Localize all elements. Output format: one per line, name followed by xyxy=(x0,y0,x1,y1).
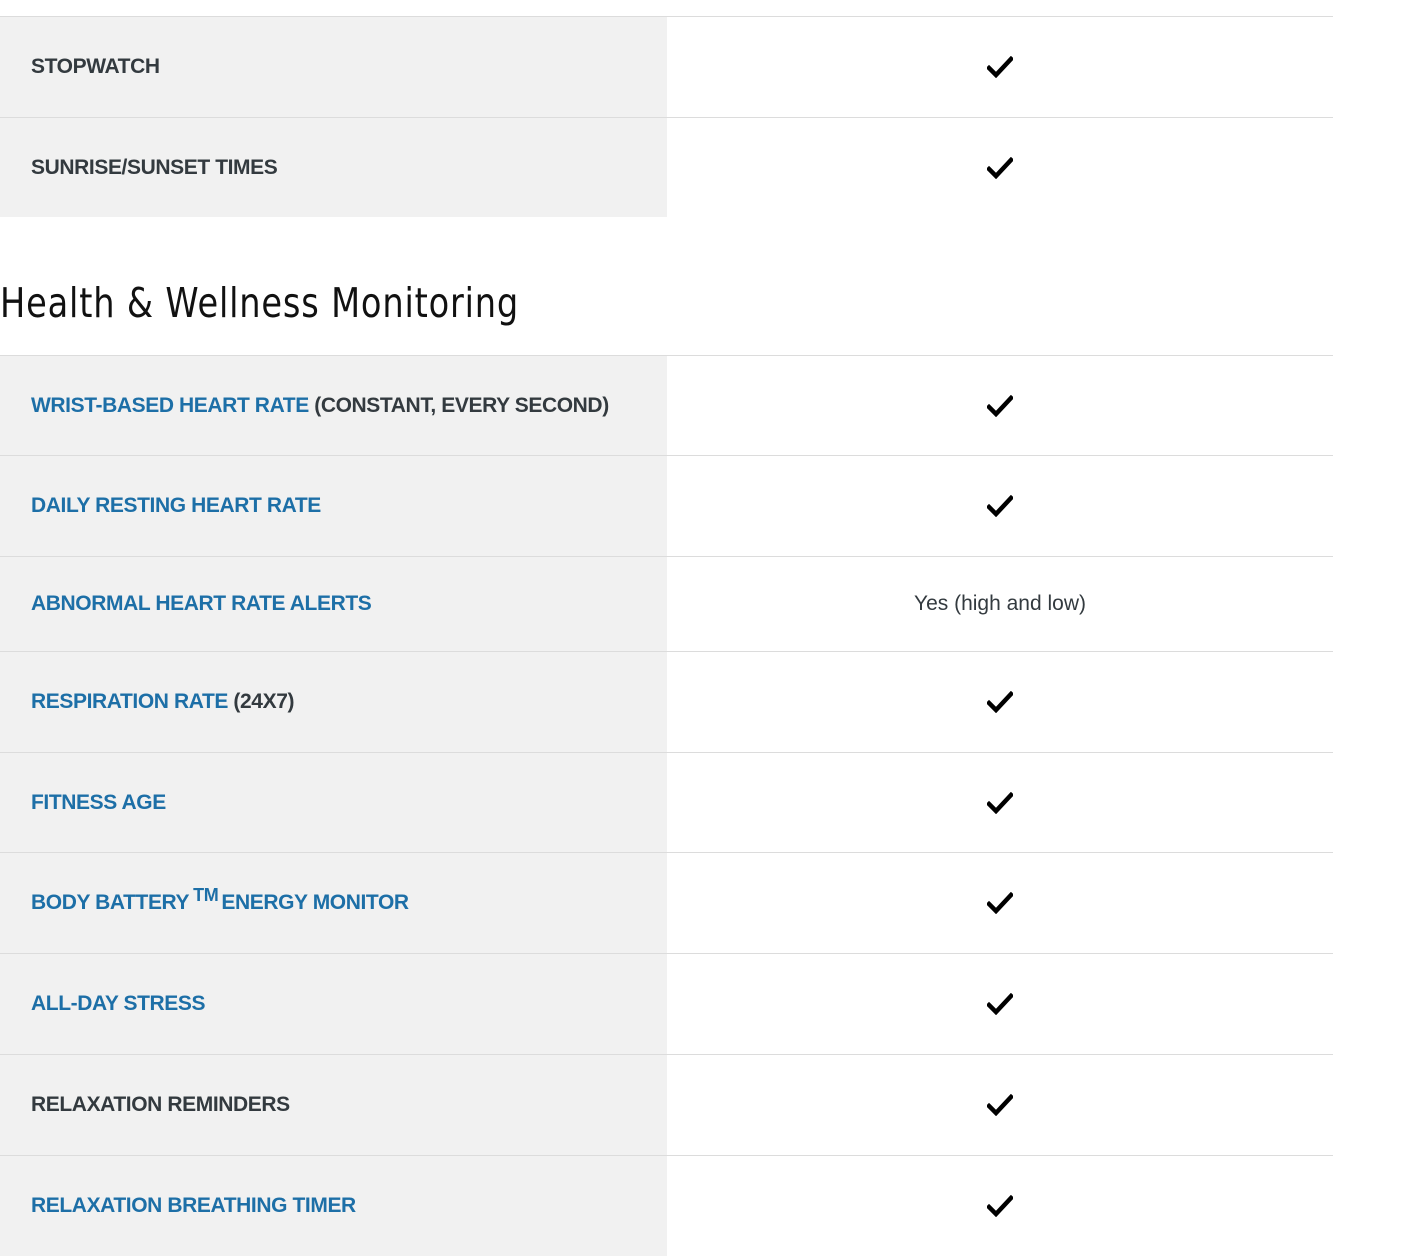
feature-label: STOPWATCH xyxy=(0,17,667,117)
check-icon xyxy=(987,495,1013,517)
table-row: BODY BATTERY TM ENERGY MONITOR xyxy=(0,852,1333,953)
section-heading: Health & Wellness Monitoring xyxy=(0,279,520,327)
trademark-mark: TM xyxy=(193,885,219,905)
check-icon xyxy=(987,791,1013,814)
table-row: FITNESS AGE xyxy=(0,752,1333,852)
feature-value xyxy=(667,753,1333,852)
table-row: DAILY RESTING HEART RATE xyxy=(0,455,1333,556)
feature-value xyxy=(667,118,1333,217)
check-icon xyxy=(987,1195,1013,1217)
feature-label: DAILY RESTING HEART RATE xyxy=(0,456,667,556)
feature-table-health: WRIST-BASED HEART RATE (CONSTANT, EVERY … xyxy=(0,355,1333,1256)
feature-value xyxy=(667,652,1333,752)
table-row: ABNORMAL HEART RATE ALERTS Yes (high and… xyxy=(0,556,1333,651)
feature-label: BODY BATTERY TM ENERGY MONITOR xyxy=(0,853,667,953)
fitness-age-link[interactable]: FITNESS AGE xyxy=(31,791,166,815)
body-battery-label: BODY BATTERY xyxy=(31,891,190,914)
check-icon xyxy=(987,993,1013,1015)
feature-value xyxy=(667,853,1333,953)
check-icon xyxy=(987,56,1013,78)
feature-table-general: STOPWATCH SUNRISE/SUNSET TIMES xyxy=(0,0,1333,217)
check-icon xyxy=(987,156,1013,179)
feature-label: RELAXATION BREATHING TIMER xyxy=(0,1156,667,1256)
breathing-timer-link[interactable]: RELAXATION BREATHING TIMER xyxy=(31,1194,356,1218)
check-icon xyxy=(987,394,1013,417)
wrist-heart-rate-link[interactable]: WRIST-BASED HEART RATE xyxy=(31,394,309,418)
check-icon xyxy=(987,892,1013,914)
table-row: ALL-DAY STRESS xyxy=(0,953,1333,1054)
respiration-rate-link[interactable]: RESPIRATION RATE xyxy=(31,690,228,714)
table-row: RELAXATION REMINDERS xyxy=(0,1054,1333,1155)
feature-value xyxy=(667,456,1333,556)
feature-value xyxy=(667,1156,1333,1256)
table-row: WRIST-BASED HEART RATE (CONSTANT, EVERY … xyxy=(0,355,1333,455)
wrist-heart-rate-qualifier: (CONSTANT, EVERY SECOND) xyxy=(308,393,609,417)
resting-heart-rate-link[interactable]: DAILY RESTING HEART RATE xyxy=(31,494,321,518)
feature-value-text: Yes (high and low) xyxy=(914,592,1086,615)
feature-label: FITNESS AGE xyxy=(0,753,667,852)
feature-label: ALL-DAY STRESS xyxy=(0,954,667,1054)
feature-label: ABNORMAL HEART RATE ALERTS xyxy=(0,557,667,651)
feature-label: SUNRISE/SUNSET TIMES xyxy=(0,118,667,217)
table-row: RESPIRATION RATE (24X7) xyxy=(0,651,1333,752)
abnormal-heart-rate-link[interactable]: ABNORMAL HEART RATE ALERTS xyxy=(31,592,372,616)
all-day-stress-link[interactable]: ALL-DAY STRESS xyxy=(31,992,206,1016)
feature-value xyxy=(667,17,1333,117)
check-icon xyxy=(987,691,1013,713)
body-battery-link[interactable]: BODY BATTERY TM ENERGY MONITOR xyxy=(31,885,409,915)
table-row: STOPWATCH xyxy=(0,16,1333,117)
feature-label: RELAXATION REMINDERS xyxy=(0,1055,667,1155)
table-row: SUNRISE/SUNSET TIMES xyxy=(0,117,1333,217)
respiration-rate-qualifier: (24X7) xyxy=(228,690,295,713)
feature-value xyxy=(667,954,1333,1054)
check-icon xyxy=(987,1094,1013,1116)
energy-monitor-label: ENERGY MONITOR xyxy=(221,891,409,914)
feature-value xyxy=(667,1055,1333,1155)
feature-value xyxy=(667,356,1333,455)
feature-label: RESPIRATION RATE (24X7) xyxy=(0,652,667,752)
feature-label: WRIST-BASED HEART RATE (CONSTANT, EVERY … xyxy=(0,356,667,455)
table-row: RELAXATION BREATHING TIMER xyxy=(0,1155,1333,1256)
